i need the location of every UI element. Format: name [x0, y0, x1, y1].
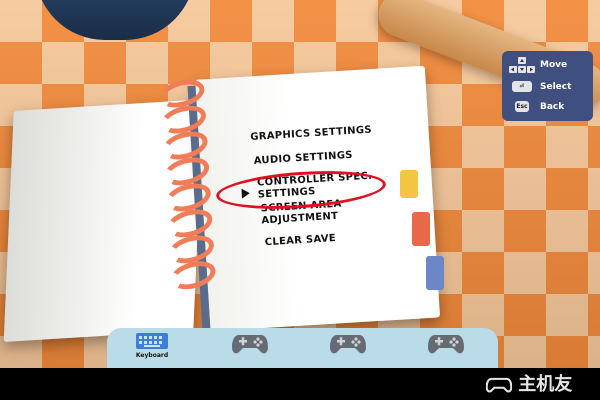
keyboard-label: Keyboard	[135, 352, 169, 359]
select-hint: ⏎ Select	[502, 77, 593, 97]
controls-hint-panel: Move ⏎ Select Esc Back	[502, 51, 593, 121]
gamepad-device-button[interactable]	[323, 331, 373, 365]
gamepad-device-button[interactable]	[421, 331, 471, 365]
notebook	[0, 65, 445, 349]
gamepad-icon	[428, 335, 464, 354]
back-label: Back	[540, 102, 565, 112]
bowl-prop	[35, 0, 195, 40]
watermark-text: 主机友	[518, 374, 573, 395]
notebook-tab	[426, 256, 444, 290]
keyboard-icon	[136, 333, 168, 349]
select-label: Select	[540, 82, 572, 92]
back-hint: Esc Back	[502, 97, 593, 117]
keyboard-device-button[interactable]: Keyboard	[127, 331, 177, 365]
enter-key-icon: ⏎	[512, 81, 532, 92]
move-label: Move	[540, 60, 568, 70]
input-device-bar: Keyboard	[107, 328, 498, 368]
watermark: 主机友	[485, 370, 573, 396]
gamepad-icon	[330, 335, 366, 354]
notebook-tab	[400, 170, 418, 198]
gamepad-device-button[interactable]	[225, 331, 275, 365]
gamepad-logo-icon	[485, 377, 513, 393]
dpad-icon	[509, 57, 535, 73]
game-scene: GRAPHICS SETTINGS AUDIO SETTINGS CONTROL…	[0, 0, 600, 400]
esc-key-icon: Esc	[515, 101, 529, 112]
notebook-tab	[412, 212, 430, 246]
gamepad-icon	[232, 335, 268, 354]
move-hint: Move	[502, 55, 593, 75]
esc-key-label: Esc	[516, 103, 528, 110]
